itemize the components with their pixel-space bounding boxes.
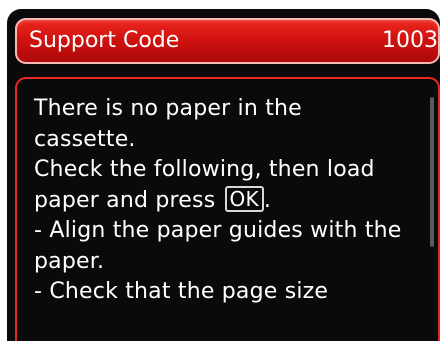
message-line: - Check that the page size <box>34 279 329 304</box>
message-line: Check the following, then load <box>34 157 375 182</box>
message-line: - Align the paper guides with the <box>34 218 402 243</box>
scrollbar[interactable] <box>430 97 434 247</box>
message-line-text: . <box>263 187 272 213</box>
message-line-with-key: paper and press OK. <box>34 185 426 217</box>
message-line: paper. <box>34 248 105 274</box>
error-message-text: There is no paper in the cassette. Check… <box>34 94 426 308</box>
message-line-text: paper and press <box>34 187 223 213</box>
ok-key-icon: OK <box>224 185 264 212</box>
support-code-header: Support Code 1003 <box>15 18 440 64</box>
error-message-panel[interactable]: There is no paper in the cassette. Check… <box>15 77 440 341</box>
message-line: There is no paper in the <box>34 96 302 121</box>
support-code-label: Support Code <box>29 28 180 53</box>
message-line: cassette. <box>34 126 136 152</box>
printer-lcd-screen: Support Code 1003 There is no paper in t… <box>7 9 440 341</box>
support-code-number: 1003 <box>382 28 438 53</box>
